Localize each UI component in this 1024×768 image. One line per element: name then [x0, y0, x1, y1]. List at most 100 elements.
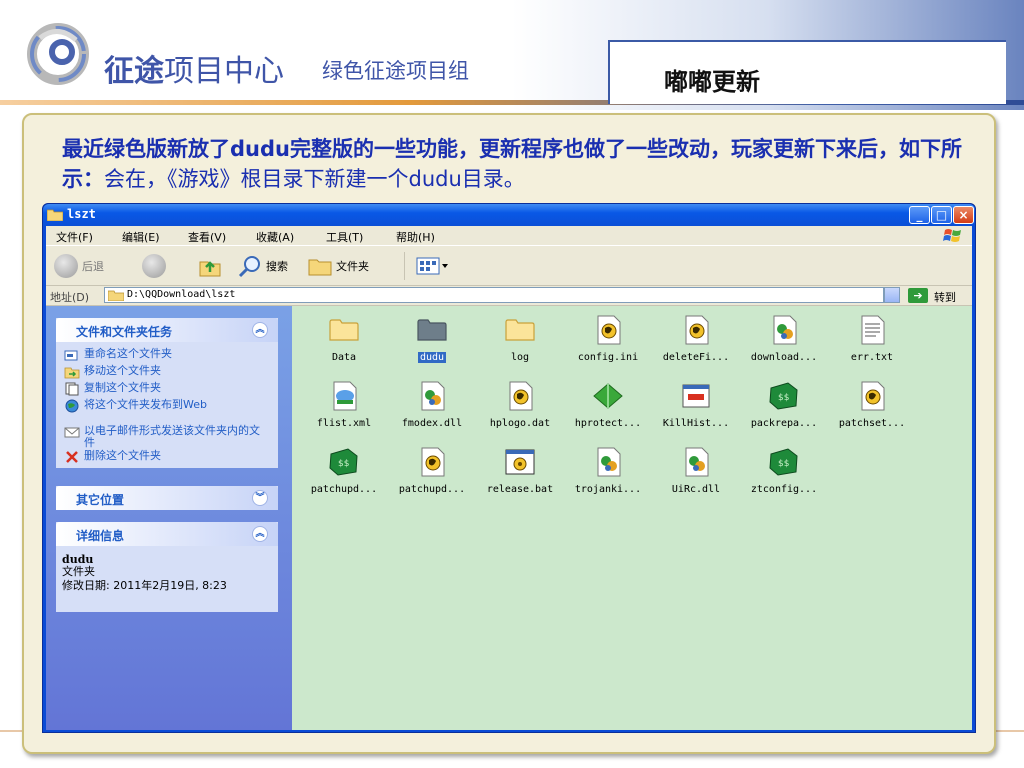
xml-file-icon [328, 380, 360, 412]
go-button[interactable]: 转到 [934, 289, 956, 305]
file-item[interactable]: trojanki... [564, 446, 652, 506]
maximize-button[interactable]: □ [931, 206, 952, 224]
file-name: dudu [418, 352, 446, 363]
search-button[interactable]: 搜索 [266, 258, 288, 274]
details-box: 详细信息 ︽ dudu 文件夹 修改日期: 2011年2月19日, 8:23 [56, 522, 278, 612]
close-button[interactable]: × [953, 206, 974, 224]
other-places-title: 其它位置 [76, 493, 125, 507]
app-window-icon [680, 380, 712, 412]
file-item[interactable]: fmodex.dll [388, 380, 476, 440]
copy-icon [65, 382, 79, 396]
task-publish-label: 将这个文件夹发布到Web [84, 398, 207, 411]
menu-bar: 文件(F) 编辑(E) 查看(V) 收藏(A) 工具(T) 帮助(H) [46, 226, 972, 245]
file-item[interactable]: UiRc.dll [652, 446, 740, 506]
file-name: release.bat [486, 484, 554, 495]
details-type: 文件夹 [62, 565, 95, 578]
task-copy-label: 复制这个文件夹 [84, 381, 161, 394]
other-places-header[interactable]: 其它位置 ︾ [56, 486, 278, 510]
file-item[interactable]: log [476, 314, 564, 374]
menu-tools[interactable]: 工具(T) [326, 229, 363, 245]
back-button[interactable]: 后退 [82, 258, 104, 274]
details-modified: 修改日期: 2011年2月19日, 8:23 [62, 579, 227, 592]
toolbar: 后退 搜索 文件夹 [46, 245, 972, 286]
folder-icon [47, 209, 63, 221]
file-name: config.ini [577, 352, 639, 363]
address-bar: 地址(D) D:\QQDownload\lszt ➔ 转到 [46, 286, 972, 306]
intro-rest: 会在，《游戏》根目录下新建一个dudu目录。 [104, 167, 525, 191]
collapse-chevron-up-icon[interactable]: ︽ [252, 322, 268, 338]
details-header[interactable]: 详细信息 ︽ [56, 522, 278, 546]
intro-text: 最近绿色版新放了dudu完整版的一些功能，更新程序也做了一些改动，玩家更新下来后… [62, 134, 962, 194]
file-item[interactable]: dudu [388, 314, 476, 374]
slide-title-box: 嘟嘟更新 [608, 40, 1006, 104]
file-tasks-title: 文件和文件夹任务 [76, 325, 173, 339]
file-item[interactable]: err.txt [828, 314, 916, 374]
explorer-window: lszt _ □ × 文件(F) 编辑(E) 查看(V) 收藏(A) 工具(T)… [42, 203, 976, 733]
window-title: lszt [67, 207, 96, 221]
window-client: 文件和文件夹任务 ︽ 重命名这个文件夹 移动这个文件夹 复制这个文件夹 将这个文… [46, 306, 972, 730]
menu-view[interactable]: 查看(V) [188, 229, 226, 245]
file-name: Data [331, 352, 357, 363]
file-item[interactable]: hprotect... [564, 380, 652, 440]
task-pane: 文件和文件夹任务 ︽ 重命名这个文件夹 移动这个文件夹 复制这个文件夹 将这个文… [46, 306, 292, 730]
config-file-icon [416, 446, 448, 478]
window-titlebar[interactable]: lszt _ □ × [43, 204, 975, 226]
slide-title: 嘟嘟更新 [664, 67, 760, 96]
dll-icon [416, 380, 448, 412]
back-arrow-icon[interactable] [54, 254, 78, 278]
file-name: deleteFi... [662, 352, 730, 363]
file-item[interactable]: $$ patchupd... [300, 446, 388, 506]
minimize-button[interactable]: _ [909, 206, 930, 224]
file-item[interactable]: deleteFi... [652, 314, 740, 374]
folder-icon [328, 314, 360, 346]
file-item[interactable]: Data [300, 314, 388, 374]
views-icon[interactable] [416, 256, 450, 276]
menu-file[interactable]: 文件(F) [56, 229, 93, 245]
file-name: patchset... [838, 418, 906, 429]
task-move-label: 移动这个文件夹 [84, 364, 161, 377]
file-name: trojanki... [574, 484, 642, 495]
address-input[interactable]: D:\QQDownload\lszt [104, 287, 884, 303]
menu-help[interactable]: 帮助(H) [396, 229, 435, 245]
up-folder-icon[interactable] [198, 254, 222, 278]
file-item[interactable]: release.bat [476, 446, 564, 506]
address-dropdown-chevron-down-icon[interactable] [884, 287, 900, 303]
brand-title: 征途项目中心 [104, 46, 284, 90]
folder-icon [504, 314, 536, 346]
dll-icon [680, 446, 712, 478]
config-file-icon [680, 314, 712, 346]
logo-icon [27, 23, 89, 85]
delete-icon [66, 451, 78, 463]
svg-text:$$: $$ [778, 459, 789, 469]
expand-chevron-down-icon[interactable]: ︾ [252, 490, 268, 506]
menu-favorites[interactable]: 收藏(A) [256, 229, 294, 245]
folders-button[interactable]: 文件夹 [336, 258, 369, 274]
batch-file-icon [504, 446, 536, 478]
brand-subtitle: 绿色征途项目组 [322, 59, 469, 83]
file-item[interactable]: patchupd... [388, 446, 476, 506]
dll-icon [768, 314, 800, 346]
email-icon [64, 427, 80, 438]
file-name: log [510, 352, 530, 363]
file-item[interactable]: patchset... [828, 380, 916, 440]
config-file-icon [504, 380, 536, 412]
file-item[interactable]: hplogo.dat [476, 380, 564, 440]
file-tasks-header[interactable]: 文件和文件夹任务 ︽ [56, 318, 278, 342]
file-item[interactable]: $$ packrepa... [740, 380, 828, 440]
svg-text:$$: $$ [778, 393, 789, 403]
file-item[interactable]: $$ ztconfig... [740, 446, 828, 506]
file-name: err.txt [850, 352, 894, 363]
file-item[interactable]: download... [740, 314, 828, 374]
collapse-chevron-up-icon[interactable]: ︽ [252, 526, 268, 542]
file-item[interactable]: KillHist... [652, 380, 740, 440]
menu-edit[interactable]: 编辑(E) [122, 229, 160, 245]
go-arrow-icon[interactable]: ➔ [908, 288, 928, 303]
brand-rest: 项目中心 [164, 54, 284, 89]
file-item[interactable]: flist.xml [300, 380, 388, 440]
search-icon [238, 256, 260, 278]
forward-arrow-icon[interactable] [142, 254, 166, 278]
folders-icon [308, 259, 332, 276]
toolbar-separator [404, 252, 405, 280]
details-content: dudu 文件夹 修改日期: 2011年2月19日, 8:23 [62, 554, 268, 592]
file-item[interactable]: config.ini [564, 314, 652, 374]
